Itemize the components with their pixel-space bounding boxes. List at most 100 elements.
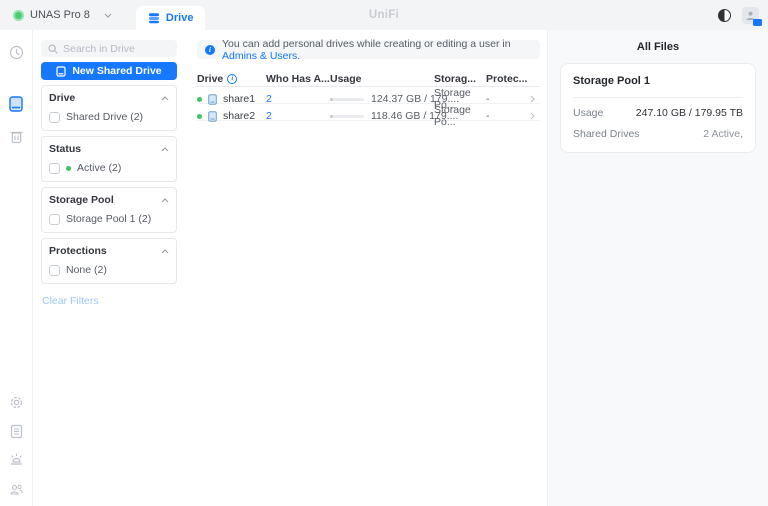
admins-users-link[interactable]: Admins & Users — [222, 50, 297, 62]
filter-title: Drive — [49, 92, 75, 104]
column-header-drive[interactable]: Drive i — [197, 73, 266, 85]
tab-drive-label: Drive — [166, 12, 194, 24]
divider — [573, 97, 743, 98]
settings-gear-icon[interactable] — [7, 393, 25, 411]
chevron-up-icon — [161, 147, 169, 152]
filter-header-storage-pool[interactable]: Storage Pool — [49, 194, 169, 206]
filter-title: Protections — [49, 245, 107, 257]
clear-filters-link[interactable]: Clear Filters — [42, 295, 177, 307]
filter-card-drive: Drive Shared Drive (2) — [41, 85, 177, 131]
active-status-dot — [197, 114, 202, 119]
table-row-share1[interactable]: share1 2 124.37 GB / 179.... Storage Po.… — [197, 87, 540, 104]
filter-header-status[interactable]: Status — [49, 143, 169, 155]
recent-icon[interactable] — [7, 43, 25, 61]
checkbox[interactable] — [49, 214, 60, 225]
shared-drives-value: 2 Active, — [703, 128, 743, 140]
usage-label: Usage — [573, 107, 603, 119]
drive-cell: share2 — [197, 110, 266, 122]
chevron-up-icon — [161, 249, 169, 254]
checkbox[interactable] — [49, 112, 60, 123]
protections-cell: - — [486, 110, 530, 122]
filter-card-protections: Protections None (2) — [41, 238, 177, 284]
filter-sidebar: New Shared Drive Drive Shared Drive (2) … — [33, 30, 186, 506]
alerts-icon[interactable] — [7, 451, 25, 469]
info-icon[interactable]: i — [227, 74, 237, 84]
filter-option-label: None (2) — [66, 264, 107, 276]
left-icon-rail — [0, 30, 33, 506]
drive-search[interactable] — [41, 40, 177, 57]
details-title: All Files — [560, 41, 756, 53]
details-panel: All Files Storage Pool 1 Usage 247.10 GB… — [547, 30, 768, 506]
info-banner: i You can add personal drives while crea… — [197, 40, 540, 59]
topbar-actions — [718, 0, 759, 30]
storage-pool-card: Storage Pool 1 Usage 247.10 GB / 179.95 … — [560, 63, 756, 153]
drive-plus-icon — [56, 66, 66, 77]
console-name: UNAS Pro 8 — [30, 9, 90, 21]
drive-icon — [148, 12, 160, 24]
protections-cell: - — [486, 93, 530, 105]
content-area: New Shared Drive Drive Shared Drive (2) … — [0, 30, 768, 506]
avatar-badge — [753, 19, 762, 26]
filter-header-drive[interactable]: Drive — [49, 92, 169, 104]
console-switcher[interactable]: UNAS Pro 8 — [0, 0, 122, 30]
chevron-down-icon — [104, 13, 112, 18]
usage-cell: 124.37 GB / 179.... — [330, 93, 434, 105]
filter-option-shared-drive: Shared Drive (2) — [49, 111, 169, 123]
shared-drives-label: Shared Drives — [573, 128, 640, 140]
column-header-protections[interactable]: Protec... — [486, 73, 530, 85]
shared-drive-icon — [208, 111, 217, 122]
chevron-up-icon — [161, 198, 169, 203]
shared-drive-icon — [208, 94, 217, 105]
checkbox[interactable] — [49, 265, 60, 276]
info-icon: i — [205, 45, 215, 55]
chevron-right-icon — [530, 95, 535, 103]
who-has-access-link[interactable]: 2 — [266, 93, 330, 105]
drive-cell: share1 — [197, 93, 266, 105]
drives-table: Drive i Who Has A... Usage Storag... Pro… — [197, 71, 540, 121]
row-chevron[interactable] — [530, 95, 540, 103]
banner-text-before: You can add personal drives while creati… — [222, 38, 511, 50]
drive-files-icon[interactable] — [7, 95, 25, 113]
search-icon — [48, 44, 58, 54]
drive-name: share1 — [223, 93, 255, 105]
storage-cell: Storage Po... — [434, 104, 486, 128]
app-title: UniFi — [369, 9, 399, 21]
support-users-icon[interactable] — [7, 480, 25, 498]
usage-cell: 118.46 GB / 179.... — [330, 110, 434, 122]
new-shared-drive-label: New Shared Drive — [72, 65, 161, 77]
row-chevron[interactable] — [530, 112, 540, 120]
console-status-icon — [13, 10, 24, 21]
storage-pool-title: Storage Pool 1 — [573, 75, 743, 87]
usage-row: Usage 247.10 GB / 179.95 TB — [573, 107, 743, 119]
filter-header-protections[interactable]: Protections — [49, 245, 169, 257]
theme-toggle-icon[interactable] — [718, 9, 731, 22]
tab-drive[interactable]: Drive — [136, 6, 206, 30]
user-avatar[interactable] — [742, 7, 759, 24]
active-status-dot — [66, 166, 71, 171]
table-row-share2[interactable]: share2 2 118.46 GB / 179.... Storage Po.… — [197, 104, 540, 121]
filter-title: Storage Pool — [49, 194, 114, 206]
chevron-right-icon — [530, 112, 535, 120]
checkbox[interactable] — [49, 163, 60, 174]
column-header-usage[interactable]: Usage — [330, 73, 434, 85]
usage-value: 247.10 GB / 179.95 TB — [636, 107, 743, 119]
column-header-who-has-access[interactable]: Who Has A... — [266, 73, 330, 85]
column-header-storage[interactable]: Storag... — [434, 73, 486, 85]
search-input[interactable] — [63, 43, 170, 55]
filter-card-status: Status Active (2) — [41, 136, 177, 182]
top-bar: UNAS Pro 8 Drive UniFi — [0, 0, 768, 30]
drive-name: share2 — [223, 110, 255, 122]
new-shared-drive-button[interactable]: New Shared Drive — [41, 62, 177, 80]
chevron-up-icon — [161, 96, 169, 101]
usage-bar — [330, 98, 364, 101]
filter-option-label: Active (2) — [77, 162, 121, 174]
filter-option-active: Active (2) — [49, 162, 169, 174]
table-body: share1 2 124.37 GB / 179.... Storage Po.… — [197, 87, 540, 121]
trash-icon[interactable] — [7, 127, 25, 145]
logs-icon[interactable] — [7, 422, 25, 440]
shared-drives-row: Shared Drives 2 Active, — [573, 128, 743, 140]
table-header-row: Drive i Who Has A... Usage Storag... Pro… — [197, 71, 540, 87]
who-has-access-link[interactable]: 2 — [266, 110, 330, 122]
main-panel: i You can add personal drives while crea… — [186, 30, 547, 506]
filter-option-label: Storage Pool 1 (2) — [66, 213, 151, 225]
